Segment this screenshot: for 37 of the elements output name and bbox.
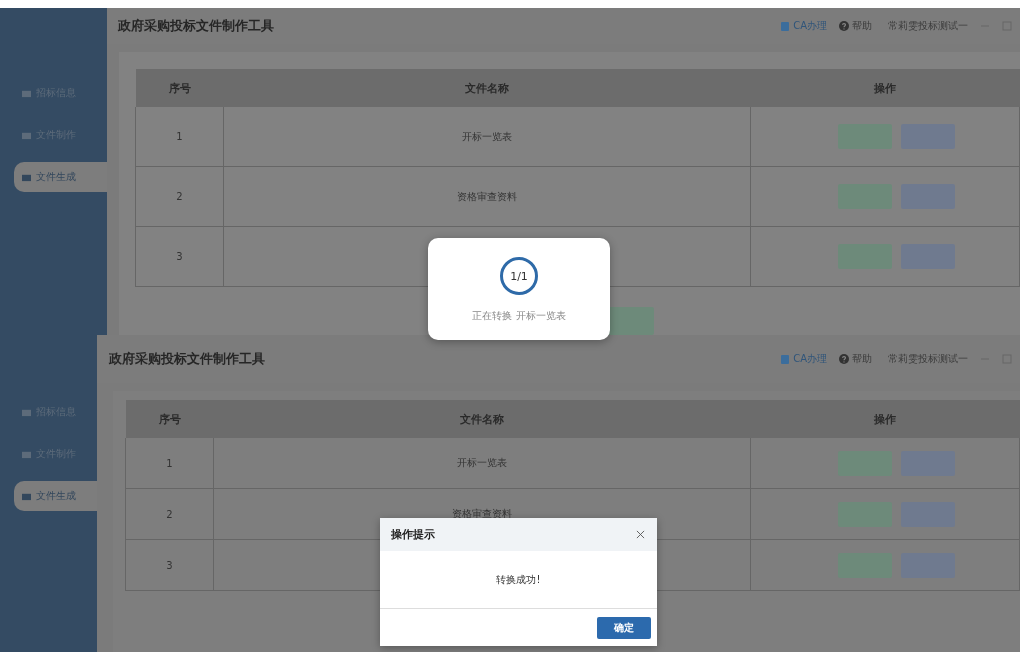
column-header: 文件名称 bbox=[213, 400, 751, 438]
folder-icon bbox=[22, 407, 31, 417]
folder-icon bbox=[22, 172, 31, 182]
column-header: 文件名称 bbox=[223, 69, 751, 107]
column-header: 操作 bbox=[750, 69, 1020, 107]
app-title: 政府采购投标文件制作工具 bbox=[109, 350, 265, 368]
sidebar-item[interactable]: 文件生成 bbox=[14, 162, 107, 192]
folder-icon bbox=[22, 88, 31, 98]
confirm-button[interactable]: 确定 bbox=[597, 616, 651, 639]
column-header: 序号 bbox=[125, 400, 214, 438]
table-cell: 2 bbox=[125, 488, 214, 540]
table-cell: 2 bbox=[135, 166, 224, 227]
table-cell: 1 bbox=[135, 107, 224, 167]
table-cell: 3 bbox=[135, 226, 224, 287]
clipboard-icon bbox=[780, 21, 791, 31]
folder-icon bbox=[22, 130, 31, 140]
table-cell: 3 bbox=[125, 539, 214, 591]
progress-ring: 1/1 bbox=[500, 257, 538, 295]
folder-icon bbox=[22, 491, 31, 501]
clipboard-icon bbox=[780, 354, 791, 364]
ca-link[interactable]: CA办理 bbox=[780, 352, 827, 366]
table-cell: 1 bbox=[125, 438, 214, 489]
dialog-message: 转换成功! bbox=[496, 572, 541, 587]
loading-message: 正在转换 开标一览表 bbox=[472, 309, 566, 323]
sidebar-label: 文件生成 bbox=[36, 170, 76, 184]
sidebar-label: 文件生成 bbox=[36, 489, 76, 503]
folder-icon bbox=[22, 449, 31, 459]
table-cell: 资格审查资料 bbox=[223, 166, 751, 227]
help-icon bbox=[839, 354, 849, 364]
sidebar-item[interactable]: 文件生成 bbox=[14, 481, 97, 511]
app-title: 政府采购投标文件制作工具 bbox=[118, 17, 274, 35]
ca-link[interactable]: CA办理 bbox=[780, 19, 827, 33]
column-header: 序号 bbox=[135, 69, 224, 107]
close-icon[interactable] bbox=[636, 530, 645, 539]
column-header: 操作 bbox=[750, 400, 1020, 438]
dialog-title: 操作提示 bbox=[391, 527, 435, 542]
help-icon bbox=[839, 21, 849, 31]
